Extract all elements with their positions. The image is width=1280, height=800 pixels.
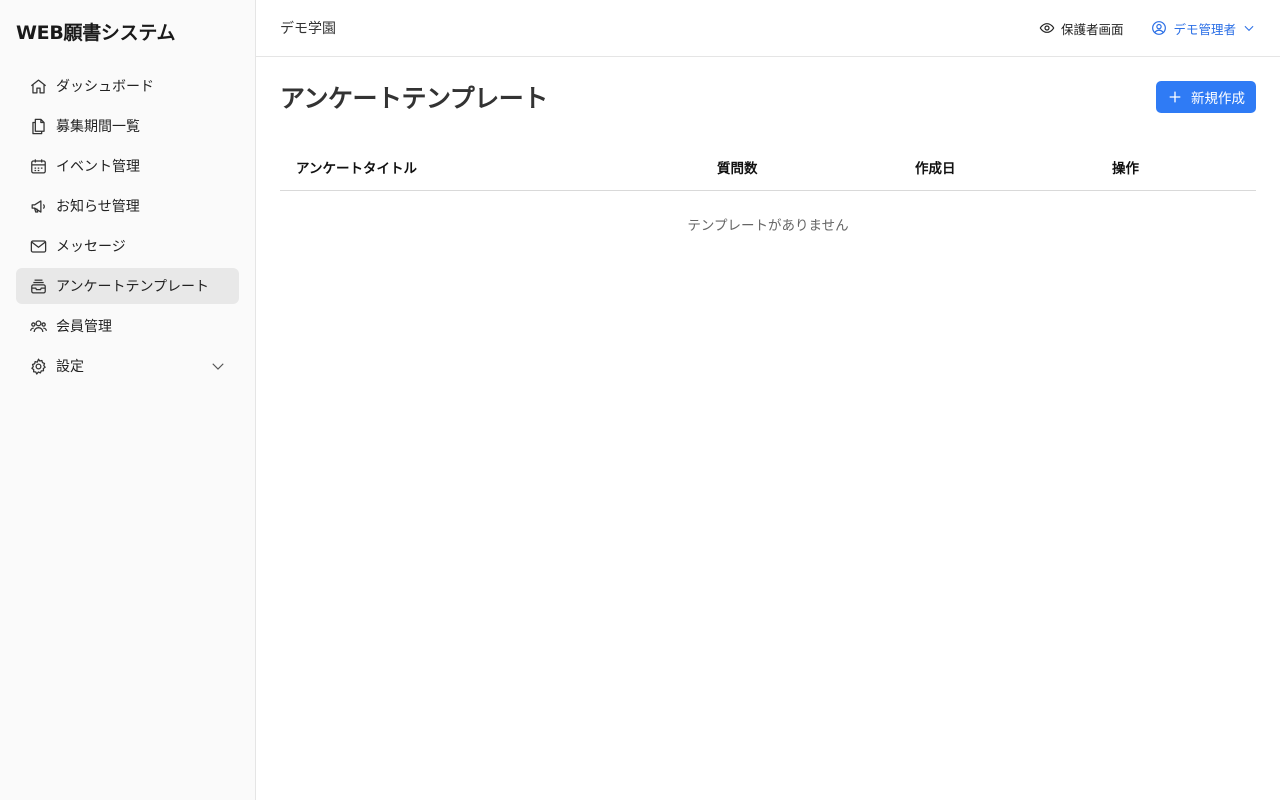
sidebar-item-label: イベント管理 xyxy=(56,159,140,175)
sidebar-item-members[interactable]: 会員管理 xyxy=(16,308,239,344)
app-root: WEB願書システム ダッシュボード 募集期間一覧 イベント管理 お知らせ管理 メ… xyxy=(0,0,1280,800)
table-header: アンケートタイトル 質問数 作成日 操作 xyxy=(280,145,1256,191)
home-icon xyxy=(28,76,48,96)
column-header-created-date: 作成日 xyxy=(915,145,1112,191)
sidebar-item-announcements[interactable]: お知らせ管理 xyxy=(16,188,239,224)
mail-icon xyxy=(28,236,48,256)
sidebar-item-recruitment-periods[interactable]: 募集期間一覧 xyxy=(16,108,239,144)
main-area: デモ学園 保護者画面 デモ管理者 アンケートテンプレート 新規作成 アンケートタ… xyxy=(256,0,1280,800)
sidebar-item-survey-templates[interactable]: アンケートテンプレート xyxy=(16,268,239,304)
empty-row: テンプレートがありません xyxy=(280,190,1256,258)
megaphone-icon xyxy=(28,196,48,216)
new-template-label: 新規作成 xyxy=(1191,91,1245,107)
sidebar-item-label: 募集期間一覧 xyxy=(56,119,140,135)
topbar: デモ学園 保護者画面 デモ管理者 xyxy=(256,0,1280,57)
documents-icon xyxy=(28,116,48,136)
plus-icon xyxy=(1169,91,1181,103)
sidebar-item-label: 会員管理 xyxy=(56,319,112,335)
eye-icon xyxy=(1039,23,1055,33)
sidebar-item-messages[interactable]: メッセージ xyxy=(16,228,239,264)
sidebar: WEB願書システム ダッシュボード 募集期間一覧 イベント管理 お知らせ管理 メ… xyxy=(0,0,256,800)
brand-title[interactable]: WEB願書システム xyxy=(16,0,239,62)
templates-table: アンケートタイトル 質問数 作成日 操作 テンプレートがありません xyxy=(280,145,1256,258)
users-icon xyxy=(28,316,48,336)
org-name: デモ学園 xyxy=(280,21,336,37)
calendar-icon xyxy=(28,156,48,176)
chevron-down-icon xyxy=(1244,25,1254,32)
user-menu[interactable]: デモ管理者 xyxy=(1151,19,1256,38)
empty-message: テンプレートがありません xyxy=(687,218,849,235)
new-template-button[interactable]: 新規作成 xyxy=(1156,81,1256,113)
column-header-question-count: 質問数 xyxy=(717,145,915,191)
inbox-stack-icon xyxy=(28,276,48,296)
sidebar-item-label: メッセージ xyxy=(56,239,126,255)
page-content: アンケートテンプレート 新規作成 アンケートタイトル 質問数 作成日 操作 テン… xyxy=(256,57,1280,282)
user-circle-icon xyxy=(1152,21,1167,35)
sidebar-item-settings[interactable]: 設定 xyxy=(16,348,239,384)
column-header-title: アンケートタイトル xyxy=(280,145,717,191)
sidebar-item-label: 設定 xyxy=(56,359,84,375)
sidebar-item-label: ダッシュボード xyxy=(56,79,154,95)
topbar-actions: 保護者画面 デモ管理者 xyxy=(1039,19,1256,38)
guardian-view-label: 保護者画面 xyxy=(1060,21,1124,37)
user-name: デモ管理者 xyxy=(1173,21,1236,37)
chevron-down-icon[interactable] xyxy=(209,357,227,375)
column-header-actions: 操作 xyxy=(1112,145,1256,191)
page-header: アンケートテンプレート 新規作成 xyxy=(280,81,1256,113)
gear-icon xyxy=(28,356,48,376)
sidebar-item-dashboard[interactable]: ダッシュボード xyxy=(16,68,239,104)
sidebar-item-label: お知らせ管理 xyxy=(56,199,140,215)
guardian-view-link[interactable]: 保護者画面 xyxy=(1039,19,1124,38)
page-title: アンケートテンプレート xyxy=(280,84,548,113)
sidebar-nav: ダッシュボード 募集期間一覧 イベント管理 お知らせ管理 メッセージ アンケート… xyxy=(16,68,239,384)
sidebar-item-label: アンケートテンプレート xyxy=(56,279,210,295)
sidebar-item-events[interactable]: イベント管理 xyxy=(16,148,239,184)
table-body: テンプレートがありません xyxy=(280,190,1256,258)
